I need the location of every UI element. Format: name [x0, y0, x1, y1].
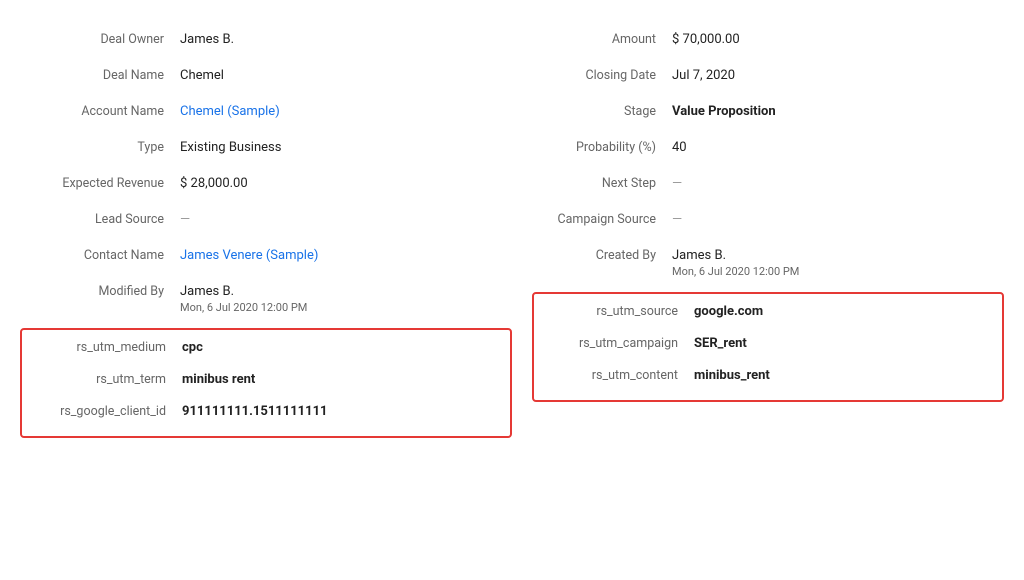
- field-label: Modified By: [20, 284, 180, 299]
- field-value: —: [672, 176, 1004, 191]
- field-value: —: [672, 212, 1004, 227]
- left-column: Deal OwnerJames B. Deal NameChemel Account…: [20, 32, 512, 438]
- box-field-label: rs_google_client_id: [22, 404, 182, 419]
- field-label: Amount: [512, 32, 672, 47]
- right-highlighted-box: rs_utm_sourcegoogle.com rs_utm_campaignSE…: [532, 292, 1004, 402]
- field-value: James B.Mon, 6 Jul 2020 12:00 PM: [672, 248, 1004, 278]
- field-row: Account NameChemel (Sample): [20, 104, 512, 126]
- box-field-value: minibus rent: [182, 372, 502, 387]
- field-row: Campaign Source—: [512, 212, 1004, 234]
- field-label: Expected Revenue: [20, 176, 180, 191]
- box-field-label: rs_utm_campaign: [534, 336, 694, 351]
- box-field-row: rs_utm_termminibus rent: [22, 372, 502, 394]
- field-label: Created By: [512, 248, 672, 263]
- field-row: Deal NameChemel: [20, 68, 512, 90]
- field-label: Stage: [512, 104, 672, 119]
- field-value: Value Proposition: [672, 104, 1004, 119]
- field-row: Closing DateJul 7, 2020: [512, 68, 1004, 90]
- box-field-value: google.com: [694, 304, 994, 319]
- field-label: Account Name: [20, 104, 180, 119]
- field-label: Type: [20, 140, 180, 155]
- field-value: 40: [672, 140, 1004, 155]
- field-row: Lead Source—: [20, 212, 512, 234]
- field-row: Modified ByJames B.Mon, 6 Jul 2020 12:00…: [20, 284, 512, 314]
- field-row: Expected Revenue$ 28,000.00: [20, 176, 512, 198]
- field-row: Created ByJames B.Mon, 6 Jul 2020 12:00 …: [512, 248, 1004, 278]
- field-value: —: [180, 212, 512, 227]
- field-value: James B.: [180, 32, 512, 47]
- field-row: StageValue Proposition: [512, 104, 1004, 126]
- box-field-label: rs_utm_term: [22, 372, 182, 387]
- field-row: Probability (%)40: [512, 140, 1004, 162]
- field-label: Campaign Source: [512, 212, 672, 227]
- left-highlighted-box: rs_utm_mediumcpcrs_utm_termminibus rentr…: [20, 328, 512, 438]
- field-value: Existing Business: [180, 140, 512, 155]
- field-label: Probability (%): [512, 140, 672, 155]
- box-field-row: rs_utm_contentminibus_rent: [534, 368, 994, 390]
- field-row: Contact NameJames Venere (Sample): [20, 248, 512, 270]
- field-label: Closing Date: [512, 68, 672, 83]
- box-field-label: rs_utm_content: [534, 368, 694, 383]
- field-value[interactable]: Chemel (Sample): [180, 104, 512, 119]
- box-field-row: rs_utm_sourcegoogle.com: [534, 304, 994, 326]
- field-value: $ 70,000.00: [672, 32, 1004, 47]
- field-label: Deal Name: [20, 68, 180, 83]
- box-field-value: SER_rent: [694, 336, 994, 351]
- box-field-label: rs_utm_medium: [22, 340, 182, 355]
- field-row: TypeExisting Business: [20, 140, 512, 162]
- field-row: Deal OwnerJames B.: [20, 32, 512, 54]
- box-field-row: rs_utm_campaignSER_rent: [534, 336, 994, 358]
- field-value: Jul 7, 2020: [672, 68, 1004, 83]
- box-field-row: rs_google_client_id911111111.1511111111: [22, 404, 502, 426]
- box-field-value: 911111111.1511111111: [182, 404, 502, 419]
- field-value[interactable]: James Venere (Sample): [180, 248, 512, 263]
- field-label: Next Step: [512, 176, 672, 191]
- field-value: James B.Mon, 6 Jul 2020 12:00 PM: [180, 284, 512, 314]
- box-field-label: rs_utm_source: [534, 304, 694, 319]
- field-label: Deal Owner: [20, 32, 180, 47]
- field-label: Contact Name: [20, 248, 180, 263]
- right-column: Amount$ 70,000.00 Closing DateJul 7, 2020…: [512, 32, 1004, 438]
- field-label: Lead Source: [20, 212, 180, 227]
- field-row: Amount$ 70,000.00: [512, 32, 1004, 54]
- box-field-value: cpc: [182, 340, 502, 355]
- field-value: $ 28,000.00: [180, 176, 512, 191]
- field-row: Next Step—: [512, 176, 1004, 198]
- box-field-row: rs_utm_mediumcpc: [22, 340, 502, 362]
- box-field-value: minibus_rent: [694, 368, 994, 383]
- field-value: Chemel: [180, 68, 512, 83]
